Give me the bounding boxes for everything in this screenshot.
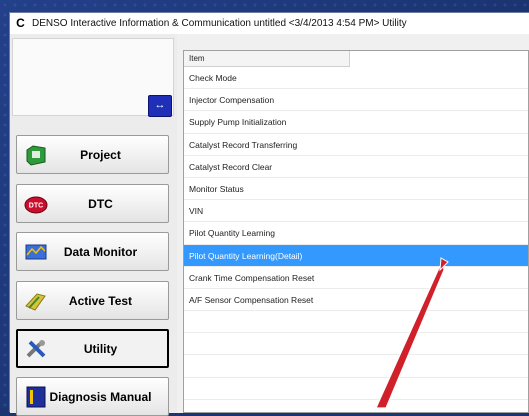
sidebar-info-panel: ↔ xyxy=(12,38,174,117)
list-item-empty xyxy=(184,333,528,356)
project-button[interactable]: Project xyxy=(16,135,169,174)
data-monitor-icon xyxy=(25,244,47,259)
utility-button[interactable]: Utility xyxy=(16,329,169,368)
list-item[interactable]: Pilot Quantity Learning xyxy=(184,222,528,245)
list-item[interactable]: Catalyst Record Clear xyxy=(184,156,528,178)
list-item-empty xyxy=(184,311,528,334)
list-item-selected[interactable]: Pilot Quantity Learning(Detail) xyxy=(184,244,528,267)
list-item[interactable]: Catalyst Record Transferring xyxy=(184,134,528,156)
utility-button-label: Utility xyxy=(83,341,118,356)
list-item-empty xyxy=(184,355,528,378)
list-item[interactable]: Supply Pump Initialization xyxy=(184,111,528,134)
diagnosis-manual-button-label: Diagnosis Manual xyxy=(49,389,152,404)
data-monitor-button-label: Data Monitor xyxy=(63,244,138,259)
list-item[interactable]: A/F Sensor Compensation Reset xyxy=(184,289,528,312)
list-item[interactable]: Injector Compensation xyxy=(184,89,528,112)
column-header-item[interactable]: Item xyxy=(184,51,350,67)
active-test-icon xyxy=(25,292,46,311)
app-icon: C xyxy=(14,17,27,30)
utility-list[interactable]: Item Check Mode Injector Compensation Su… xyxy=(183,50,529,413)
list-item[interactable]: Check Mode xyxy=(184,67,528,90)
list-item-empty xyxy=(184,378,528,400)
project-icon xyxy=(26,144,46,166)
dtc-button-label: DTC xyxy=(88,196,113,211)
project-button-label: Project xyxy=(80,147,121,162)
app-window: C DENSO Interactive Information & Commun… xyxy=(9,12,529,416)
swap-arrows-icon[interactable]: ↔ xyxy=(148,95,172,117)
utility-icon xyxy=(26,339,46,357)
active-test-button[interactable]: Active Test xyxy=(16,281,169,320)
diagnosis-manual-icon xyxy=(26,386,46,407)
dtc-button[interactable]: DTC DTC xyxy=(16,184,169,223)
diagnosis-manual-button[interactable]: Diagnosis Manual xyxy=(16,377,169,416)
window-title: DENSO Interactive Information & Communic… xyxy=(32,18,407,29)
active-test-button-label: Active Test xyxy=(68,293,133,308)
title-bar: C DENSO Interactive Information & Commun… xyxy=(10,13,529,35)
sidebar: ↔ Project DTC DTC Data Monitor Active Te… xyxy=(10,34,177,416)
data-monitor-button[interactable]: Data Monitor xyxy=(16,232,169,271)
main-content: Item Check Mode Injector Compensation Su… xyxy=(177,34,529,413)
dtc-icon: DTC xyxy=(24,196,48,213)
list-item[interactable]: VIN xyxy=(184,200,528,223)
list-item[interactable]: Crank Time Compensation Reset xyxy=(184,267,528,289)
list-item[interactable]: Monitor Status xyxy=(184,178,528,201)
svg-text:DTC: DTC xyxy=(29,202,43,209)
